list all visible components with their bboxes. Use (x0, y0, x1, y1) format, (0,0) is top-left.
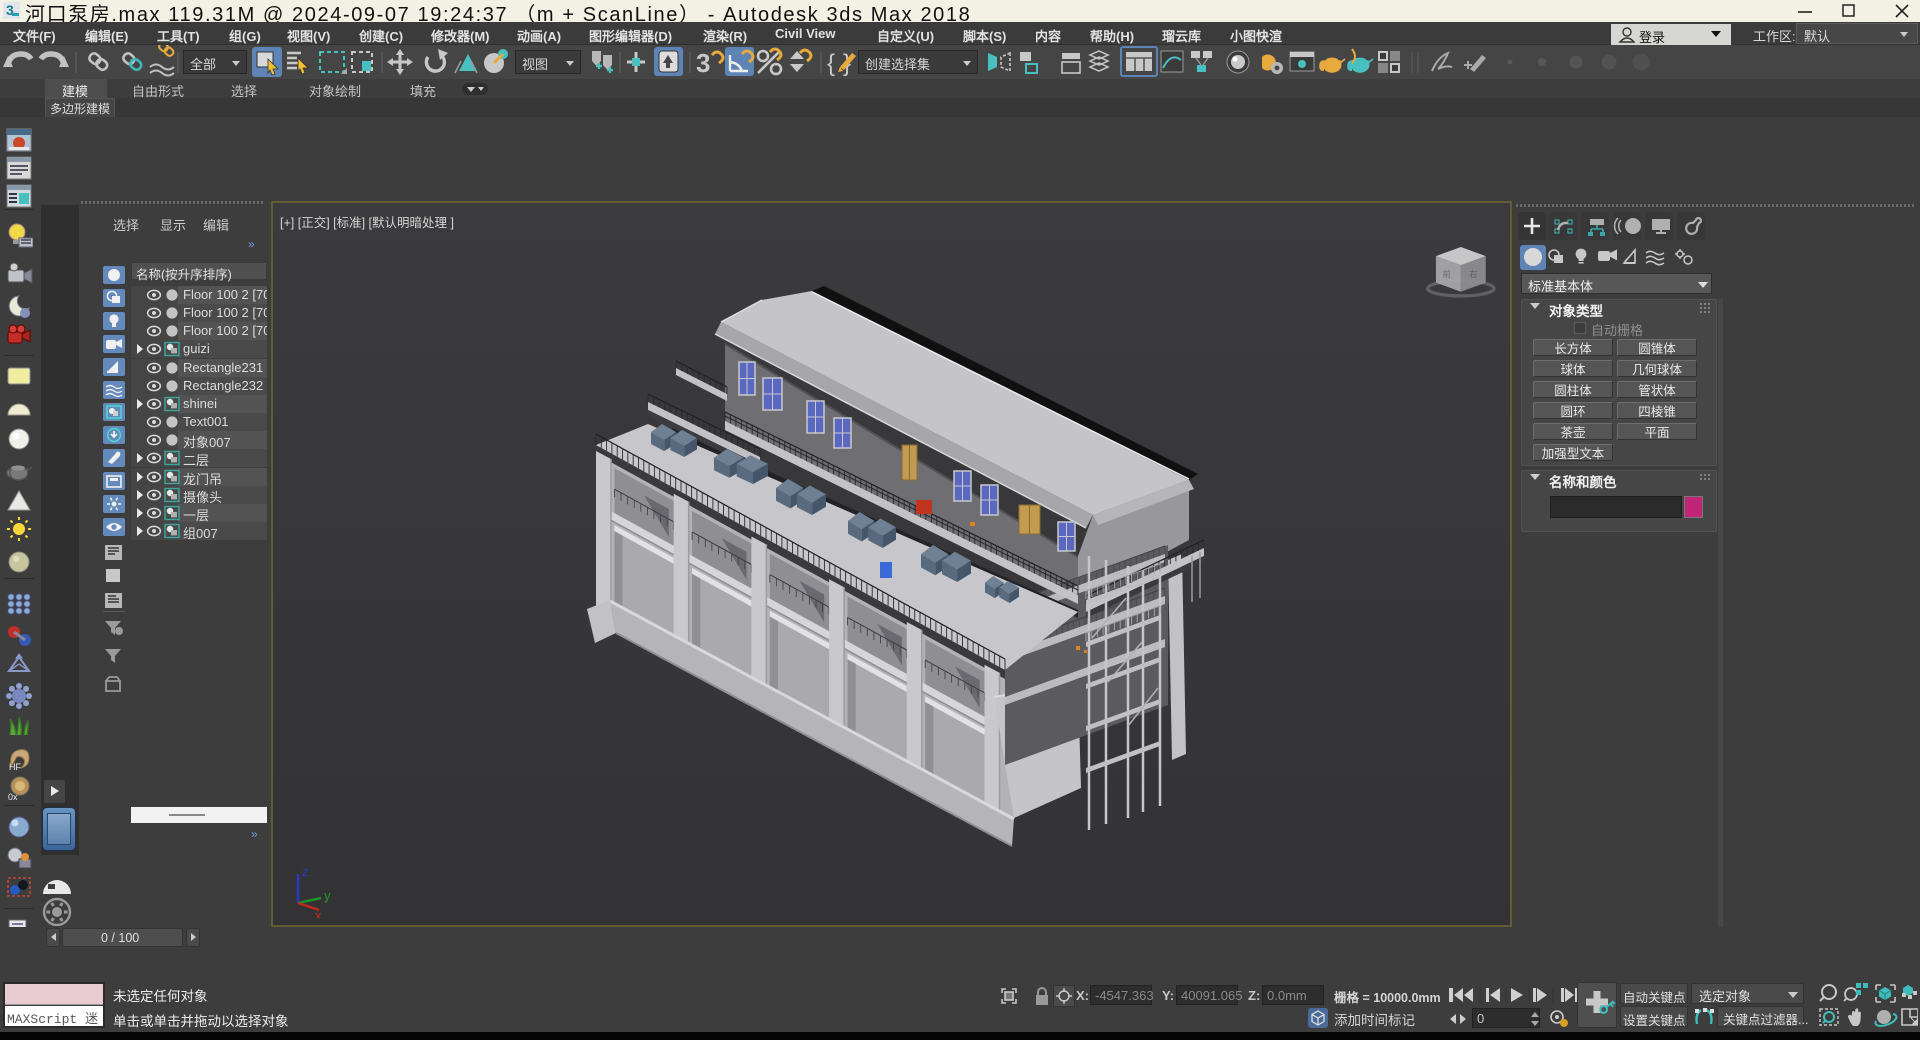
svg-text:y: y (324, 888, 331, 903)
svg-text:HF: HF (9, 762, 21, 771)
svg-text:前: 前 (1443, 269, 1451, 279)
svg-text:x: x (315, 908, 322, 918)
svg-text:右: 右 (1469, 269, 1477, 279)
svg-text:0x: 0x (8, 792, 18, 801)
svg-text:z: z (302, 864, 309, 879)
